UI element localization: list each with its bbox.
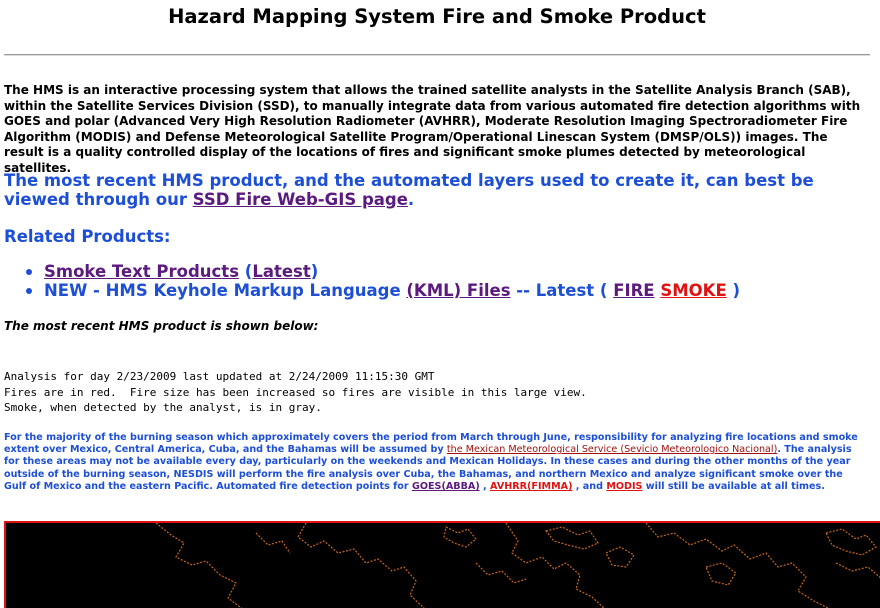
- kml-files-link[interactable]: (KML) Files: [406, 281, 510, 300]
- coastline-mid-icon: [297, 523, 425, 608]
- paren-open: (: [239, 262, 253, 281]
- related-products-list: Smoke Text Products (Latest) NEW - HMS K…: [24, 262, 741, 301]
- mexican-meteorological-service-link[interactable]: the Mexican Meteorological Service (Sevi…: [447, 444, 777, 455]
- intro-paragraph: The HMS is an interactive processing sys…: [4, 83, 861, 175]
- kml-latest-text: -- Latest (: [510, 280, 614, 300]
- recent-product-text: The most recent HMS product, and the aut…: [4, 171, 870, 209]
- kml-smoke-link[interactable]: SMOKE: [660, 281, 726, 300]
- coastline-west-icon: [155, 523, 243, 608]
- fires-legend-line: Fires are in red. Fire size has been inc…: [4, 385, 587, 399]
- coastline-hudson-icon: [505, 523, 605, 608]
- note-text-3: will still be available at all times.: [642, 480, 825, 492]
- smoke-legend-line: Smoke, when detected by the analyst, is …: [4, 401, 322, 414]
- island-a-icon: [443, 526, 477, 548]
- smoke-text-latest-link[interactable]: Latest: [252, 262, 310, 281]
- burning-season-note: For the majority of the burning season w…: [4, 432, 864, 493]
- goes-abba-link[interactable]: GOES(ABBA): [412, 481, 480, 492]
- kml-fire-link[interactable]: FIRE: [613, 281, 654, 300]
- island-b-icon: [544, 526, 599, 550]
- map-outline-drawing: [155, 523, 880, 608]
- kml-prefix-text: NEW - HMS Keyhole Markup Language: [44, 280, 407, 300]
- coastline-east-icon: [645, 523, 830, 608]
- recent-text-after: .: [407, 189, 415, 209]
- related-products-heading: Related Products:: [4, 227, 171, 246]
- kml-suffix-text: ): [726, 280, 741, 300]
- product-shown-below-label: The most recent HMS product is shown bel…: [4, 319, 319, 333]
- analysis-updated-line: Analysis for day 2/23/2009 last updated …: [4, 370, 435, 383]
- note-sep-1: ,: [479, 480, 491, 492]
- coastline-outlines: [155, 523, 880, 608]
- inner-waterway-icon: [255, 532, 527, 584]
- modis-link[interactable]: MODIS: [606, 481, 642, 492]
- island-e-icon: [825, 528, 877, 556]
- note-sep-2: , and: [572, 480, 607, 492]
- island-d-icon: [705, 562, 737, 586]
- coastline-greenland-icon: [835, 562, 880, 579]
- avhrr-fimma-link[interactable]: AVHRR(FIMMA): [490, 481, 572, 492]
- analysis-status-block: Analysis for day 2/23/2009 last updated …: [4, 369, 587, 416]
- smoke-text-products-link[interactable]: Smoke Text Products: [44, 262, 239, 281]
- hms-fire-smoke-map[interactable]: [4, 521, 880, 608]
- bullet-icon: [26, 269, 32, 275]
- bullet-icon: [26, 287, 32, 294]
- list-item-kml: NEW - HMS Keyhole Markup Language (KML) …: [24, 280, 741, 301]
- horizontal-divider: [4, 54, 870, 56]
- page-title: Hazard Mapping System Fire and Smoke Pro…: [168, 5, 706, 28]
- paren-close: ): [310, 262, 319, 281]
- ssd-fire-web-gis-link[interactable]: SSD Fire Web-GIS page: [193, 190, 408, 209]
- island-c-icon: [605, 546, 635, 568]
- list-item-smoke-text: Smoke Text Products (Latest): [24, 262, 740, 282]
